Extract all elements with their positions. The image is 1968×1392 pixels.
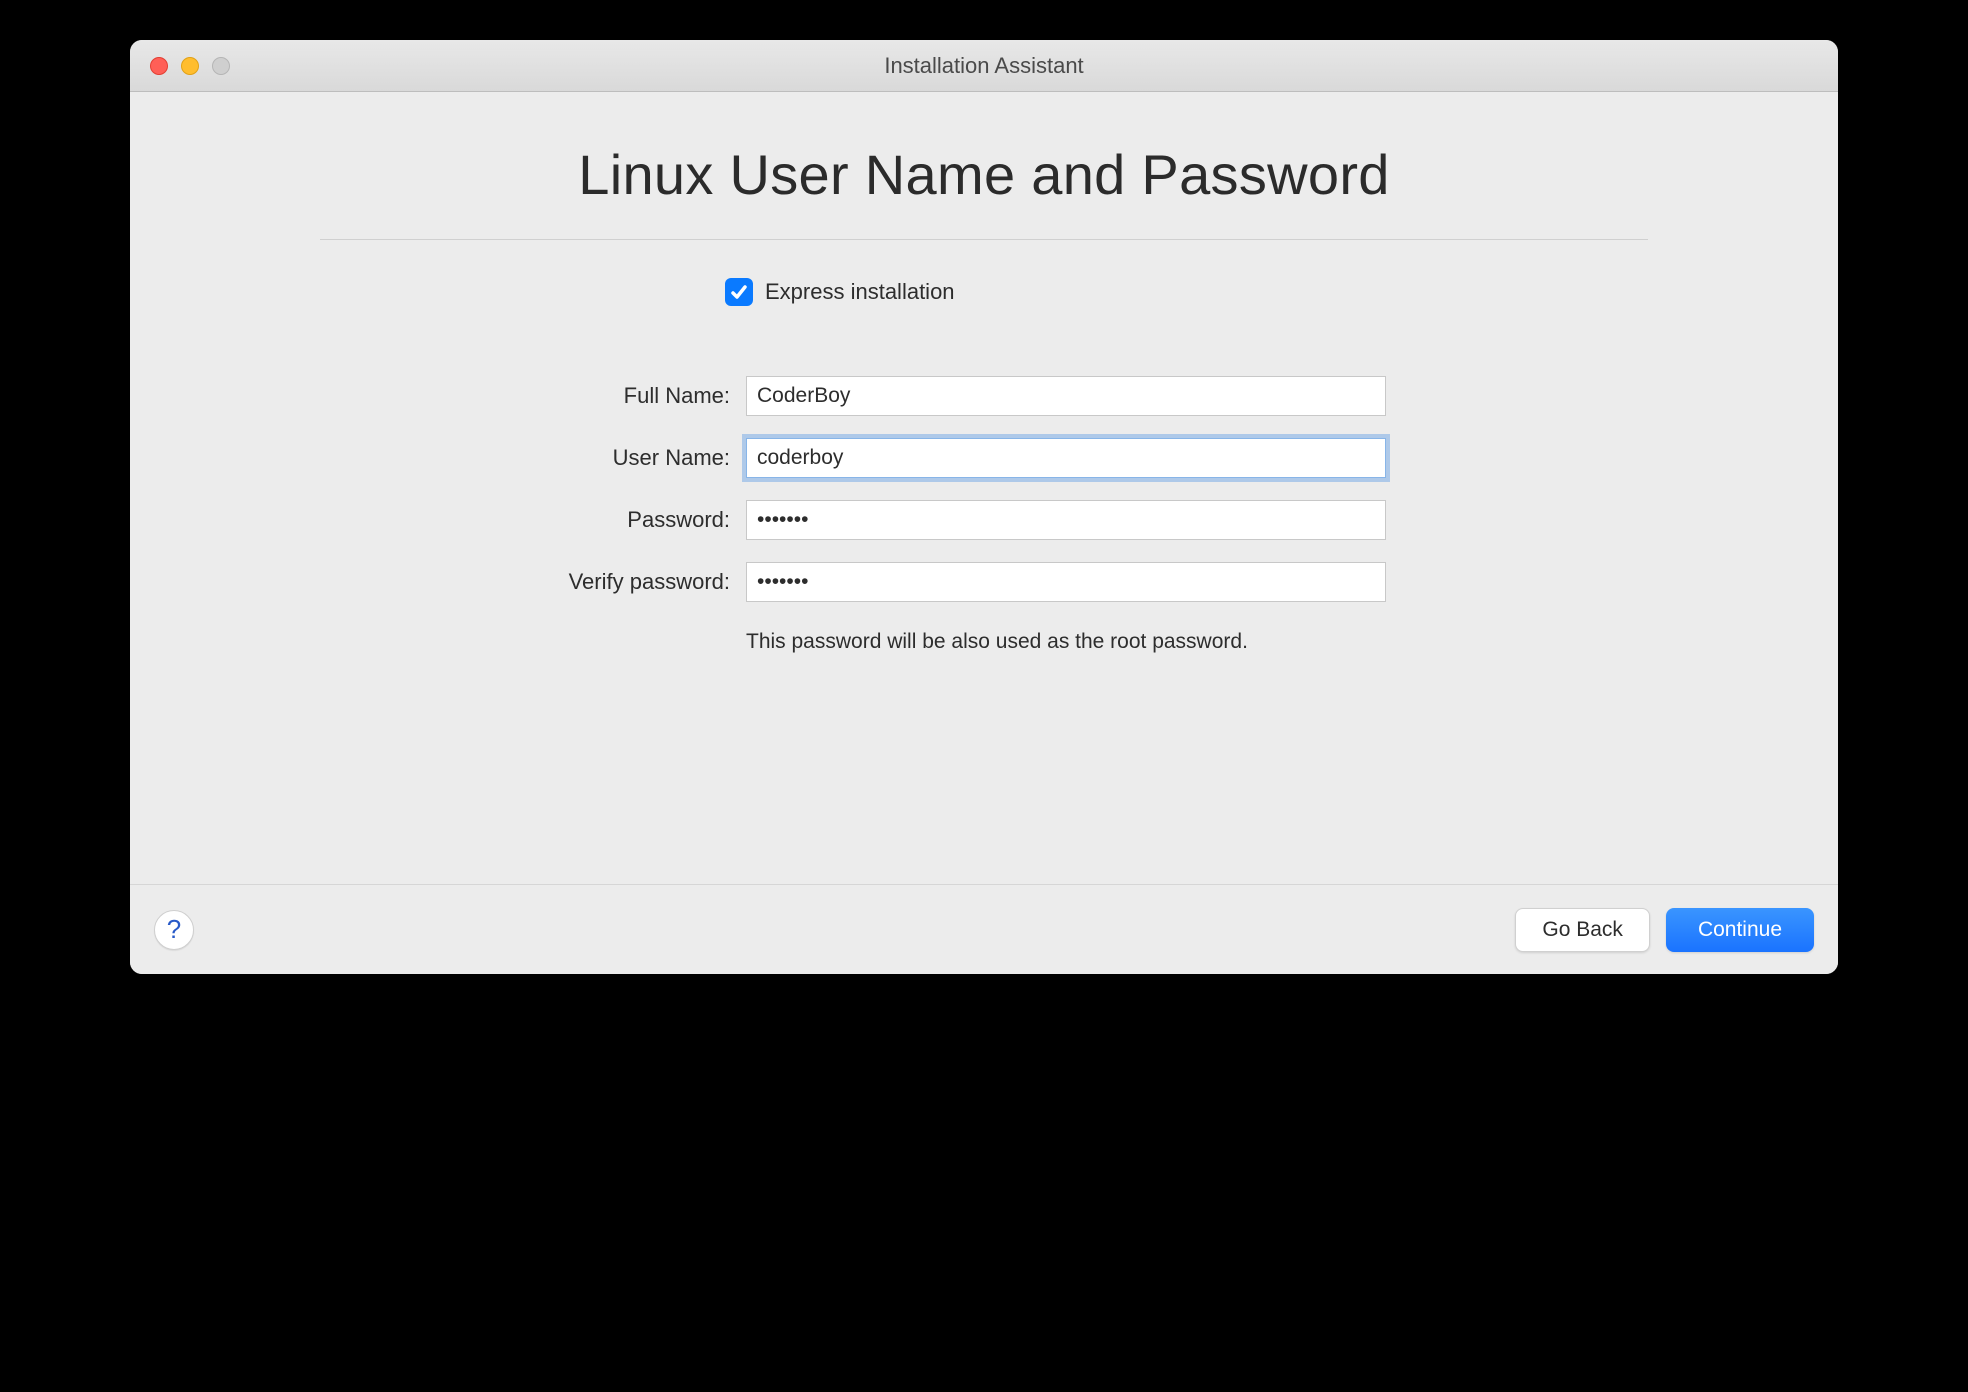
minimize-window-button[interactable] bbox=[181, 57, 199, 75]
express-installation-label: Express installation bbox=[765, 279, 955, 305]
footer: ? Go Back Continue bbox=[130, 884, 1838, 974]
password-input[interactable] bbox=[746, 500, 1386, 540]
help-icon: ? bbox=[167, 914, 181, 945]
checkmark-icon bbox=[729, 282, 749, 302]
express-installation-checkbox[interactable] bbox=[725, 278, 753, 306]
continue-button[interactable]: Continue bbox=[1666, 908, 1814, 952]
full-name-label: Full Name: bbox=[190, 383, 730, 409]
spacer bbox=[190, 654, 1778, 884]
page-title: Linux User Name and Password bbox=[190, 142, 1778, 207]
go-back-button[interactable]: Go Back bbox=[1515, 908, 1650, 952]
password-hint: This password will be also used as the r… bbox=[746, 630, 1778, 654]
content-area: Linux User Name and Password Express ins… bbox=[130, 92, 1838, 884]
full-name-input[interactable] bbox=[746, 376, 1386, 416]
verify-password-input[interactable] bbox=[746, 562, 1386, 602]
close-window-button[interactable] bbox=[150, 57, 168, 75]
installation-assistant-window: Installation Assistant Linux User Name a… bbox=[130, 40, 1838, 974]
user-name-label: User Name: bbox=[190, 445, 730, 471]
credentials-form: Full Name: User Name: Password: Verify p… bbox=[190, 376, 1778, 654]
maximize-window-button bbox=[212, 57, 230, 75]
express-installation-row: Express installation bbox=[725, 278, 1778, 306]
titlebar: Installation Assistant bbox=[130, 40, 1838, 92]
password-label: Password: bbox=[190, 507, 730, 533]
window-title: Installation Assistant bbox=[130, 53, 1838, 79]
user-name-input[interactable] bbox=[746, 438, 1386, 478]
divider bbox=[320, 239, 1648, 240]
verify-password-label: Verify password: bbox=[190, 569, 730, 595]
traffic-lights bbox=[130, 57, 230, 75]
help-button[interactable]: ? bbox=[154, 910, 194, 950]
